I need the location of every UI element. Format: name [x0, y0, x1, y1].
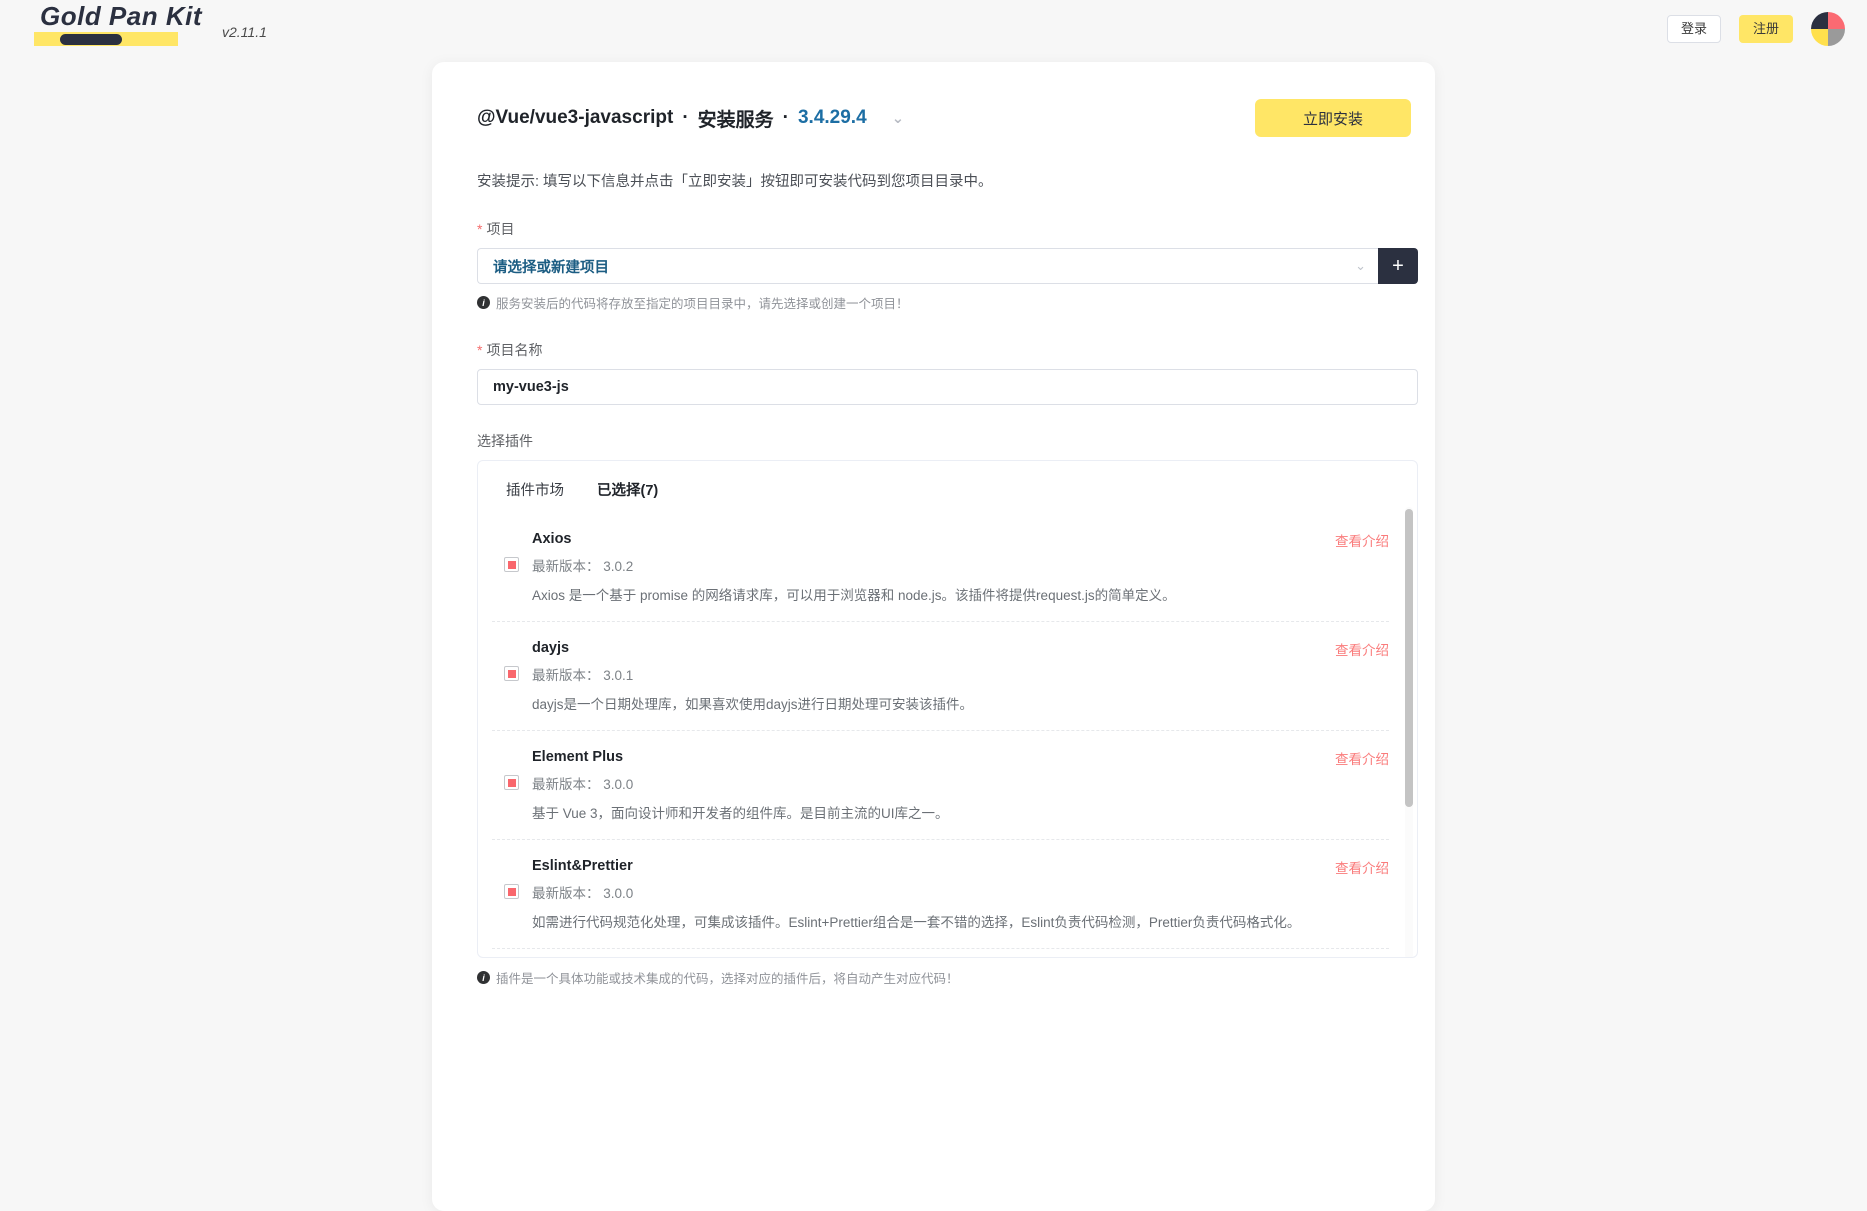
plugin-name: Element Plus — [532, 749, 624, 765]
plugin-body: Eslint&Prettier 最新版本： 3.0.0 如需进行代码规范化处理，… — [532, 858, 1389, 931]
brand-pill-shape — [60, 34, 122, 45]
top-bar-actions: 登录 注册 — [1667, 12, 1845, 46]
install-hint-text: 安装提示: 填写以下信息并点击「立即安装」按钮即可安装代码到您项目目录中。 — [477, 174, 993, 190]
avatar-quadrant-2 — [1828, 12, 1845, 29]
plugin-name: Eslint&Prettier — [532, 858, 633, 874]
plugins-panel: 插件市场 已选择(7) Axios 最新版本： 3.0.2 Axios 是一个基… — [477, 460, 1418, 958]
project-select[interactable]: 请选择或新建项目 ⌄ — [477, 248, 1378, 284]
info-icon: i — [477, 971, 490, 984]
title-package: @Vue/vue3-javascript — [477, 107, 674, 128]
list-item[interactable]: Eslint&Prettier 最新版本： 3.0.0 如需进行代码规范化处理，… — [492, 840, 1389, 949]
project-select-value: 请选择或新建项目 — [493, 259, 609, 276]
plugin-description: 基于 Vue 3，面向设计师和开发者的组件库。是目前主流的UI库之一。 — [532, 806, 949, 821]
list-item[interactable]: Element Plus 最新版本： 3.0.0 基于 Vue 3，面向设计师和… — [492, 731, 1389, 840]
plugin-checkbox[interactable] — [504, 557, 519, 572]
plugin-description: 如需进行代码规范化处理，可集成该插件。Eslint+Prettier组合是一套不… — [532, 915, 1301, 930]
title-version: 3.4.29.4 — [797, 107, 867, 128]
list-item[interactable]: dayjs 最新版本： 3.0.1 dayjs是一个日期处理库，如果喜欢使用da… — [492, 622, 1389, 731]
plugin-name: Axios — [532, 531, 572, 547]
view-intro-link[interactable]: 查看介绍 — [1335, 748, 1389, 768]
brand-logo[interactable]: Gold Pan Kit v2.11.1 — [34, 2, 267, 46]
project-select-row: 请选择或新建项目 ⌄ + — [477, 248, 1418, 284]
chevron-down-icon: ⌄ — [1355, 258, 1366, 273]
install-now-button[interactable]: 立即安装 — [1255, 99, 1411, 137]
avatar-quadrant-3 — [1811, 29, 1828, 46]
plugin-body: Element Plus 最新版本： 3.0.0 基于 Vue 3，面向设计师和… — [532, 749, 1389, 822]
avatar[interactable] — [1811, 12, 1845, 46]
app-version: v2.11.1 — [222, 24, 267, 40]
brand-name: Gold Pan Kit — [40, 1, 202, 31]
list-item[interactable]: Axios 最新版本： 3.0.2 Axios 是一个基于 promise 的网… — [492, 513, 1389, 622]
avatar-quadrant-4 — [1828, 29, 1845, 46]
brand-underline-bar — [34, 32, 178, 46]
login-button[interactable]: 登录 — [1667, 15, 1721, 43]
title-separator-2: · — [782, 107, 789, 128]
card-header: @Vue/vue3-javascript · 安装服务 · 3.4.29.4 ⌄… — [454, 96, 1413, 140]
plugins-footer-tip-text: 插件是一个具体功能或技术集成的代码，选择对应的插件后，将自动产生对应代码！ — [496, 972, 959, 986]
project-tip-text: 服务安装后的代码将存放至指定的项目目录中，请先选择或创建一个项目！ — [496, 297, 909, 311]
title-service: 安装服务 — [697, 109, 774, 131]
required-asterisk: * — [477, 342, 483, 358]
project-name-label-text: 项目名称 — [486, 342, 543, 358]
plugin-name: dayjs — [532, 640, 570, 656]
plugin-body: dayjs 最新版本： 3.0.1 dayjs是一个日期处理库，如果喜欢使用da… — [532, 640, 1389, 713]
scrollbar-thumb[interactable] — [1405, 509, 1413, 807]
plugins-list[interactable]: Axios 最新版本： 3.0.2 Axios 是一个基于 promise 的网… — [478, 513, 1417, 957]
info-icon: i — [477, 296, 490, 309]
view-intro-link[interactable]: 查看介绍 — [1335, 857, 1389, 877]
tab-selected[interactable]: 已选择(7) — [597, 479, 658, 513]
plugins-footer-tip: i 插件是一个具体功能或技术集成的代码，选择对应的插件后，将自动产生对应代码！ — [477, 968, 1413, 987]
plugins-section-label: 选择插件 — [477, 433, 533, 449]
checkbox-fill-icon — [507, 669, 516, 678]
title-separator-1: · — [682, 107, 689, 128]
chevron-down-icon[interactable]: ⌄ — [892, 109, 905, 127]
plugin-checkbox[interactable] — [504, 775, 519, 790]
view-intro-link[interactable]: 查看介绍 — [1335, 639, 1389, 659]
view-intro-link[interactable]: 查看介绍 — [1335, 530, 1389, 550]
add-project-button[interactable]: + — [1378, 248, 1418, 284]
list-item[interactable]: Vue Router 最新版本： 3.0.0 Vue 官方的路由管理器。 查看介… — [492, 949, 1389, 957]
plugin-version: 最新版本： 3.0.0 — [532, 777, 634, 792]
page-title: @Vue/vue3-javascript · 安装服务 · 3.4.29.4 ⌄ — [477, 105, 904, 132]
install-card: @Vue/vue3-javascript · 安装服务 · 3.4.29.4 ⌄… — [432, 62, 1435, 1211]
project-tip: i 服务安装后的代码将存放至指定的项目目录中，请先选择或创建一个项目！ — [477, 293, 1413, 312]
register-button[interactable]: 注册 — [1739, 15, 1793, 43]
plugin-checkbox[interactable] — [504, 666, 519, 681]
project-label-text: 项目 — [486, 221, 515, 237]
plugins-tabs: 插件市场 已选择(7) — [478, 461, 1417, 513]
project-name-field-label: * 项目名称 — [477, 340, 1413, 360]
plugin-version: 最新版本： 3.0.1 — [532, 668, 634, 683]
required-asterisk: * — [477, 221, 483, 237]
top-bar: Gold Pan Kit v2.11.1 登录 注册 — [0, 0, 1867, 58]
plugin-checkbox[interactable] — [504, 884, 519, 899]
avatar-quadrant-1 — [1811, 12, 1828, 29]
project-name-input[interactable]: my-vue3-js — [477, 369, 1418, 405]
plugin-body: Axios 最新版本： 3.0.2 Axios 是一个基于 promise 的网… — [532, 531, 1389, 604]
tab-plugin-market[interactable]: 插件市场 — [506, 479, 564, 513]
plugin-version: 最新版本： 3.0.2 — [532, 559, 634, 574]
plugin-description: Axios 是一个基于 promise 的网络请求库，可以用于浏览器和 node… — [532, 588, 1176, 603]
checkbox-fill-icon — [507, 887, 516, 896]
project-field-label: * 项目 — [477, 219, 1413, 239]
checkbox-fill-icon — [507, 778, 516, 787]
brand-block: Gold Pan Kit — [34, 2, 204, 46]
plugin-description: dayjs是一个日期处理库，如果喜欢使用dayjs进行日期处理可安装该插件。 — [532, 697, 974, 712]
plugin-version: 最新版本： 3.0.0 — [532, 886, 634, 901]
checkbox-fill-icon — [507, 560, 516, 569]
